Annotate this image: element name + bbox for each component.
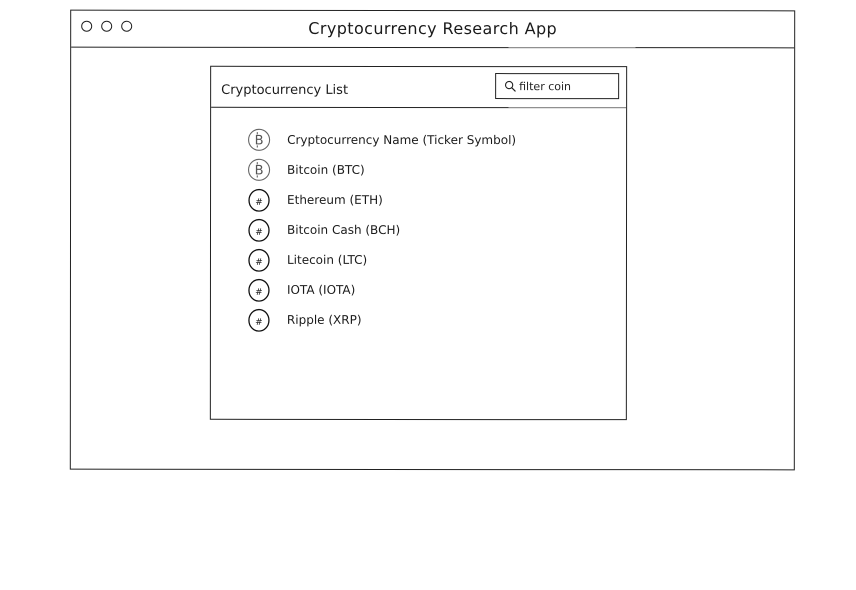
coin-hash-icon: # [248,278,270,302]
svg-text:B: B [255,133,264,148]
coin-label: IOTA (IOTA) [286,282,356,297]
list-item-litecoin[interactable]: # Litecoin (LTC) [247,245,516,275]
window-title: Cryptocurrency Research App [308,18,558,39]
svg-text:#: # [255,228,263,238]
coin-label: Bitcoin (BTC) [287,162,365,177]
list-item-bitcoin-cash[interactable]: # Bitcoin Cash (BCH) [247,215,516,245]
panel-header: Cryptocurrency List [211,66,627,109]
svg-text:#: # [255,318,263,328]
coin-label: Ripple (XRP) [286,312,362,327]
coin-hash-icon: # [248,218,270,242]
bitcoin-icon: B [248,158,271,181]
search-icon [504,80,516,92]
coin-hash-icon: # [248,248,270,272]
panel-title: Cryptocurrency List [221,82,349,98]
list-item-bitcoin[interactable]: B Bitcoin (BTC) [247,155,516,185]
list-item-ripple[interactable]: # Ripple (XRP) [247,305,516,335]
bitcoin-icon: B [248,128,271,151]
list-item-ethereum[interactable]: # Ethereum (ETH) [247,185,516,215]
coin-label: Litecoin (LTC) [286,252,368,267]
app-window: Cryptocurrency Research App Cryptocurren… [69,9,796,471]
svg-text:#: # [255,258,263,268]
title-bar: Cryptocurrency Research App [71,10,795,49]
cryptocurrency-list-panel: Cryptocurrency List B Cryptocurrency Nam… [209,65,628,421]
coin-label: Cryptocurrency Name (Ticker Symbol) [287,132,517,148]
list-item-header[interactable]: B Cryptocurrency Name (Ticker Symbol) [247,125,516,155]
coin-label: Bitcoin Cash (BCH) [287,222,401,237]
svg-text:#: # [255,288,263,298]
coin-label: Ethereum (ETH) [287,192,383,207]
svg-text:#: # [255,198,263,208]
coin-hash-icon: # [248,308,270,332]
filter-search-box[interactable] [495,73,620,100]
svg-text:B: B [255,163,264,178]
coin-list: B Cryptocurrency Name (Ticker Symbol) B … [247,125,516,335]
list-item-iota[interactable]: # IOTA (IOTA) [247,275,516,305]
coin-hash-icon: # [248,188,270,212]
filter-coin-input[interactable] [519,79,610,93]
